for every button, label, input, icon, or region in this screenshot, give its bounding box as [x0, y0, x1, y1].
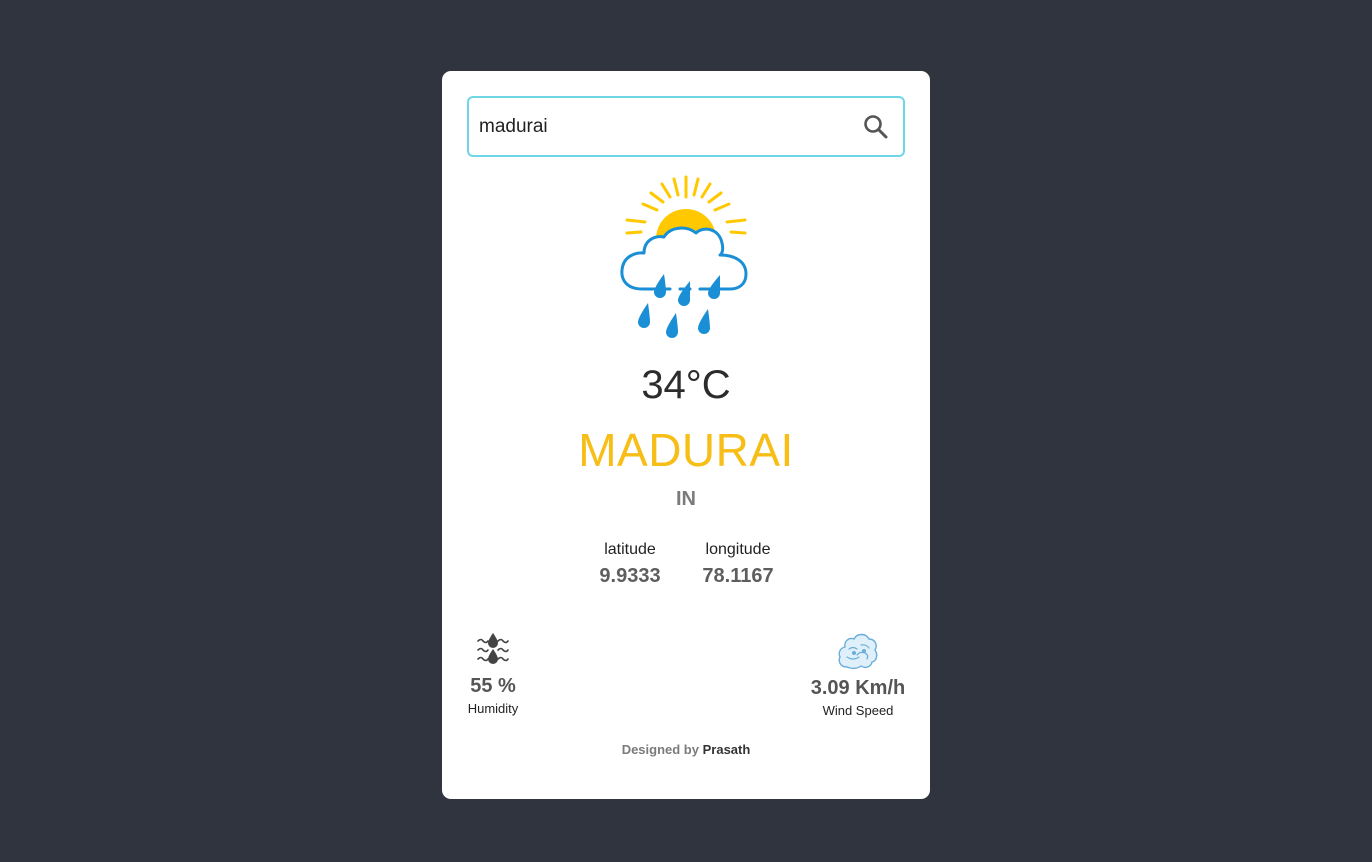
wind-icon — [838, 633, 878, 670]
footer-author: Prasath — [702, 742, 751, 757]
city-name: MADURAI — [578, 424, 794, 476]
longitude-label: longitude — [705, 541, 771, 558]
wind-speed-label: Wind Speed — [822, 703, 894, 718]
wind-speed-value: 3.09 Km/h — [810, 677, 906, 699]
humidity-value: 55 % — [470, 675, 516, 697]
longitude-block: longitude 78.1167 — [696, 541, 780, 588]
humidity-block: 55 % Humidity — [458, 633, 528, 716]
search-icon — [864, 115, 888, 139]
search-input[interactable] — [479, 98, 849, 155]
latitude-block: latitude 9.9333 — [594, 541, 666, 588]
search-button[interactable] — [861, 112, 891, 142]
humidity-label: Humidity — [467, 701, 519, 716]
humidity-icon — [477, 633, 509, 664]
footer-prefix: Designed by — [621, 742, 699, 757]
latitude-label: latitude — [604, 541, 656, 558]
weather-card: 34°C MADURAI IN latitude 9.9333 longitud… — [442, 71, 930, 799]
wind-block: 3.09 Km/h Wind Speed — [808, 631, 908, 718]
search-box — [467, 96, 905, 157]
latitude-value: 9.9333 — [599, 565, 661, 587]
temperature: 34°C — [641, 363, 731, 407]
footer-credit: Designed by Prasath — [442, 742, 930, 757]
country-code: IN — [676, 488, 696, 510]
sun-rain-cloud-icon — [620, 175, 748, 338]
longitude-value: 78.1167 — [702, 565, 774, 587]
